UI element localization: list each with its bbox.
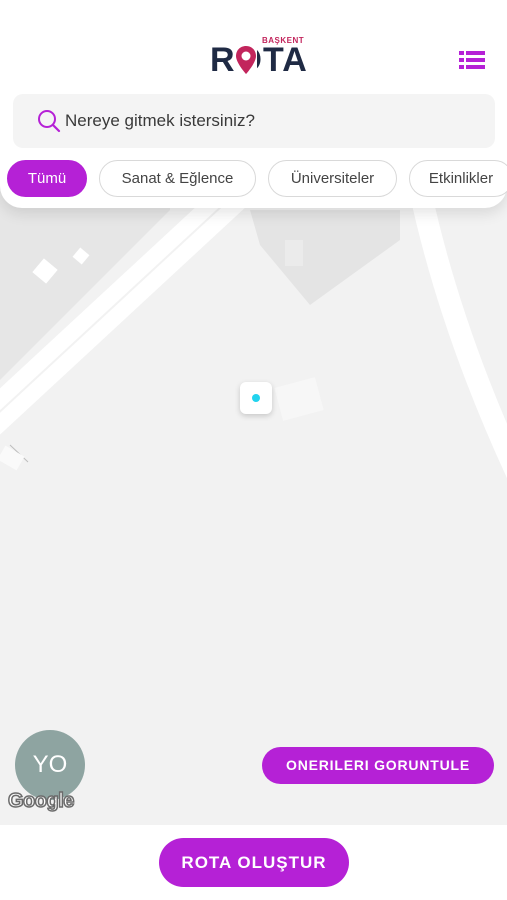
search-bar [13,94,495,148]
search-input[interactable] [65,94,465,148]
map-view[interactable] [0,150,507,825]
list-menu-icon[interactable] [459,49,485,71]
filter-chip-arts-entertainment[interactable]: Sanat & Eğlence [99,160,256,197]
filter-chip-events[interactable]: Etkinlikler [409,160,507,197]
view-suggestions-button[interactable]: ONERILERI GORUNTULE [262,747,494,784]
google-logo[interactable]: Google [7,789,75,813]
filter-chip-all[interactable]: Tümü [7,160,87,197]
location-dot-icon [252,394,260,402]
map-pin-icon [235,45,257,75]
app-logo: BAŞKENT ROTA [208,36,308,78]
search-icon [38,110,61,133]
bottom-bar: ROTA OLUŞTUR [0,825,507,900]
create-route-button[interactable]: ROTA OLUŞTUR [159,838,349,887]
logo-title: ROTA [210,41,308,79]
current-location-marker[interactable] [240,382,272,414]
header-card: BAŞKENT ROTA Tümü Sanat & Eğlence Üniver… [0,0,507,208]
map-roads [0,150,507,825]
category-filters: Tümü Sanat & Eğlence Üniversiteler Etkin… [0,160,507,200]
filter-chip-universities[interactable]: Üniversiteler [268,160,397,197]
